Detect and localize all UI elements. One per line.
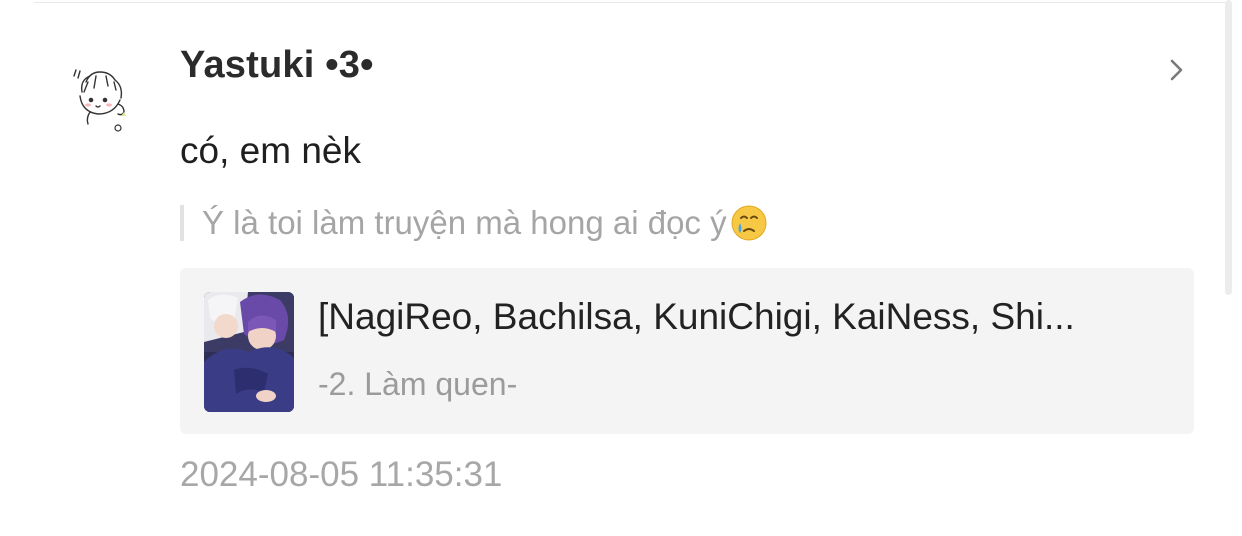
quoted-reply: Ý là toi làm truyện mà hong ai đọc ý [180, 200, 769, 246]
top-divider [34, 2, 1226, 3]
user-avatar[interactable] [58, 56, 140, 138]
scrollbar[interactable] [1225, 0, 1232, 295]
story-card[interactable]: [NagiReo, Bachilsa, KuniChigi, KaiNess, … [180, 268, 1194, 434]
username[interactable]: Yastuki •3• [180, 44, 374, 87]
comment-text: có, em nèk [180, 130, 361, 171]
story-title[interactable]: [NagiReo, Bachilsa, KuniChigi, KaiNess, … [318, 296, 1158, 338]
face-holding-back-tears-emoji-icon [729, 203, 769, 243]
chevron-right-icon[interactable] [1162, 56, 1190, 84]
avatar-sketch-icon [73, 69, 126, 132]
story-chapter: -2. Làm quen- [318, 366, 518, 402]
quote-bar [180, 205, 184, 241]
quoted-text: Ý là toi làm truyện mà hong ai đọc ý [202, 204, 727, 241]
comment-timestamp: 2024-08-05 11:35:31 [180, 455, 503, 494]
story-cover-image[interactable] [204, 292, 294, 412]
